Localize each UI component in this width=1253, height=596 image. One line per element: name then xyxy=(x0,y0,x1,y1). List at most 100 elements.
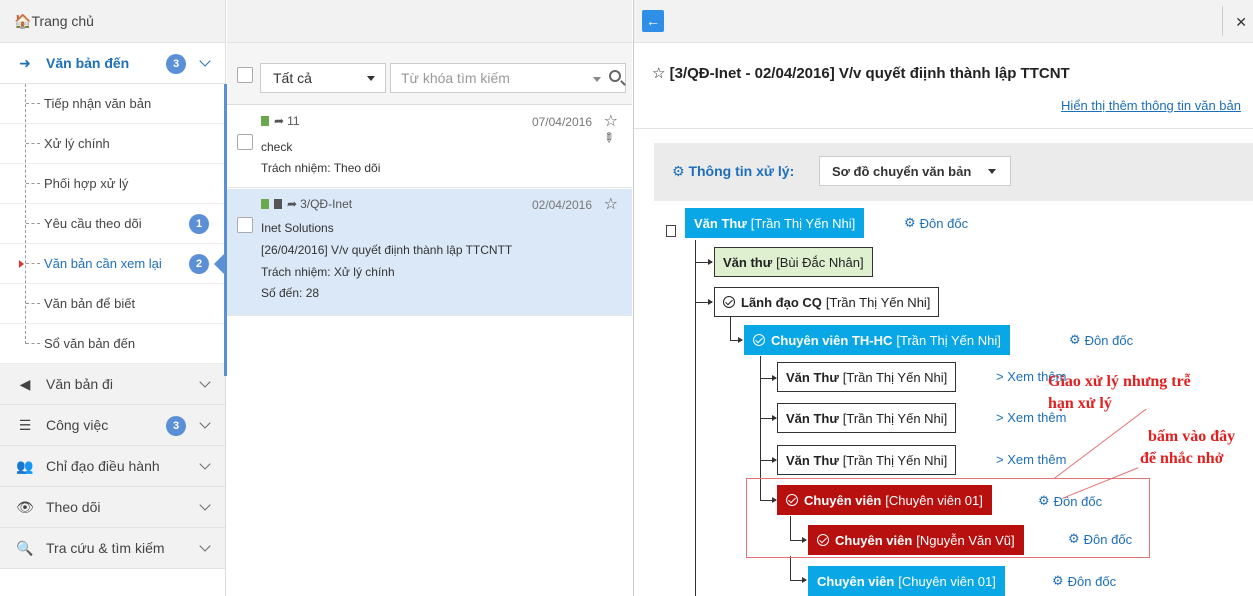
node-role: Chuyên viên TH-HC xyxy=(771,332,893,348)
item-date: 07/04/2016 xyxy=(531,115,592,129)
remind-button[interactable]: ⚙ Đôn đốc xyxy=(1052,573,1116,589)
remind-button[interactable]: ⚙ Đôn đốc xyxy=(904,215,968,231)
item-date: 02/04/2016 xyxy=(531,198,592,212)
search-placeholder: Từ khóa tìm kiếm xyxy=(401,70,510,86)
nav-group-label: Chỉ đạo điều hành xyxy=(46,458,160,474)
chevron-down-icon[interactable] xyxy=(199,55,211,67)
chevron-down-icon[interactable] xyxy=(199,376,211,388)
sidebar-item-label: Tiếp nhận văn bản xyxy=(44,96,152,111)
check-circle-icon xyxy=(723,296,735,308)
caret-down-icon[interactable] xyxy=(593,77,601,82)
eye-icon: 👁 xyxy=(16,498,34,515)
sidebar-item-label: Sổ văn bản đến xyxy=(44,336,136,351)
list-item-selected[interactable]: ➦ 3/QĐ-Inet 02/04/2016 ☆ Inet Solutions … xyxy=(227,189,632,316)
chevron-down-icon[interactable] xyxy=(199,458,211,470)
count-badge: 1 xyxy=(189,214,209,234)
node-role: Văn Thư xyxy=(786,410,839,426)
flow-node: Văn Thư [Trần Thị Yến Nhi] xyxy=(777,445,957,475)
book-icon xyxy=(274,199,282,209)
nav-group-watch[interactable]: 👁 Theo dõi xyxy=(0,487,225,528)
item-subject: [26/04/2016] V/v quyết điịnh thành lập T… xyxy=(261,243,513,257)
sidebar-item-coordinate[interactable]: Phối hợp xử lý xyxy=(0,164,225,204)
nav-home-label: Trang chủ xyxy=(31,13,94,29)
nav-group-label: Theo dõi xyxy=(46,499,101,515)
nav-group-incoming[interactable]: ➜ Văn bản đến 3 xyxy=(0,43,225,84)
nav-group-tasks[interactable]: ☰ Công việc 3 xyxy=(0,405,225,446)
node-person: [Trần Thị Yến Nhi] xyxy=(750,215,856,231)
forward-icon: ➦ xyxy=(274,114,285,128)
nav-group-outgoing[interactable]: ◀ Văn bản đi xyxy=(0,364,225,405)
paperclip-icon: ✎ xyxy=(599,128,619,147)
node-role: Văn thư xyxy=(723,254,773,270)
sidebar-item-main-processing[interactable]: Xử lý chính xyxy=(0,124,225,164)
sidebar-item-label: Xử lý chính xyxy=(44,136,110,151)
list-header xyxy=(227,0,632,43)
item-responsibility: Trách nhiệm: Xử lý chính xyxy=(261,265,395,279)
filter-select[interactable]: Tất cả xyxy=(260,63,386,93)
star-icon[interactable]: ☆ xyxy=(604,111,618,131)
chevron-down-icon[interactable] xyxy=(199,417,211,429)
check-circle-icon xyxy=(753,334,765,346)
sidebar: 🏠 Trang chủ ➜ Văn bản đến 3 Tiếp nhận vă… xyxy=(0,0,227,596)
annotation-click: để nhắc nhở xyxy=(1140,450,1224,467)
users-icon: 👥 xyxy=(16,457,34,474)
node-role: Văn Thư xyxy=(694,215,747,231)
chevron-down-icon[interactable] xyxy=(199,499,211,511)
star-icon[interactable]: ☆ xyxy=(604,194,618,214)
remind-label: Đôn đốc xyxy=(1053,493,1103,509)
current-marker-icon xyxy=(19,260,24,268)
nav-group-direction[interactable]: 👥 Chỉ đạo điều hành xyxy=(0,446,225,487)
flow-node: Văn Thư [Trần Thị Yến Nhi] xyxy=(777,403,957,433)
sidebar-item-follow-request[interactable]: Yêu cầu theo dõi 1 xyxy=(0,204,225,244)
node-role: Chuyên viên xyxy=(804,492,882,508)
tree-arrow xyxy=(708,259,713,265)
select-all-checkbox[interactable] xyxy=(237,67,253,83)
file-icon xyxy=(666,225,676,237)
search-input[interactable]: Từ khóa tìm kiếm xyxy=(390,63,626,93)
nav-group-search[interactable]: 🔍 Tra cứu & tìm kiếm xyxy=(0,528,225,569)
node-role: Văn Thư xyxy=(786,452,839,468)
tasks-icon: ☰ xyxy=(18,416,32,433)
document-icon xyxy=(261,116,269,126)
row-checkbox[interactable] xyxy=(237,134,253,150)
chevron-down-icon[interactable] xyxy=(199,540,211,552)
caret-down-icon xyxy=(367,76,375,81)
sidebar-item-review[interactable]: Văn bản cần xem lại 2 xyxy=(0,244,226,284)
tree-arrow xyxy=(708,299,713,305)
item-sender: Inet Solutions xyxy=(261,221,334,235)
count-badge: 3 xyxy=(166,416,186,436)
search-icon[interactable] xyxy=(609,70,621,82)
flow-node-late: Chuyên viên [Nguyễn Văn Vũ] xyxy=(808,525,1024,555)
node-person: [Chuyên viên 01] xyxy=(898,573,996,589)
sidebar-item-receive[interactable]: Tiếp nhận văn bản xyxy=(0,84,225,124)
sidebar-item-for-info[interactable]: Văn bản để biết xyxy=(0,284,225,324)
filter-bar: Tất cả Từ khóa tìm kiếm xyxy=(227,43,632,105)
incoming-submenu: Tiếp nhận văn bản Xử lý chính Phối hợp x… xyxy=(0,84,226,364)
nav-home[interactable]: 🏠 Trang chủ xyxy=(0,0,225,43)
sidebar-item-label: Văn bản cần xem lại xyxy=(44,256,162,271)
node-role: Lãnh đạo CQ xyxy=(741,294,822,310)
nav-group-label: Công việc xyxy=(46,417,109,433)
flow-node-late: Chuyên viên [Chuyên viên 01] xyxy=(777,485,992,515)
arrow-circle-right-icon: ➜ xyxy=(19,54,31,71)
remind-label: Đôn đốc xyxy=(1067,573,1117,589)
annotation-late: hạn xử lý xyxy=(1048,395,1112,412)
flow-node: Lãnh đạo CQ [Trần Thị Yến Nhi] xyxy=(714,287,940,317)
flow-node: Văn Thư [Trần Thị Yến Nhi] xyxy=(777,362,957,392)
sidebar-item-register[interactable]: Sổ văn bản đến xyxy=(0,324,225,364)
item-meta: ➦ 3/QĐ-Inet xyxy=(261,197,352,211)
remind-button[interactable]: ⚙ Đôn đốc xyxy=(1068,531,1132,547)
filter-select-value: Tất cả xyxy=(273,70,312,86)
remind-button[interactable]: ⚙ Đôn đốc xyxy=(1069,332,1133,348)
check-circle-icon xyxy=(786,494,798,506)
sidebar-item-label: Văn bản để biết xyxy=(44,296,136,311)
node-person: [Trần Thị Yến Nhi] xyxy=(896,332,1001,348)
list-item[interactable]: ➦ 11 07/04/2016 ☆ ✎ check Trách nhiệm: T… xyxy=(227,106,632,188)
node-person: [Bùi Đắc Nhân] xyxy=(776,254,864,270)
row-checkbox[interactable] xyxy=(237,217,253,233)
flow-node: Chuyên viên [Chuyên viên 01] xyxy=(808,566,1005,596)
flow-node: Văn thư [Bùi Đắc Nhân] xyxy=(714,247,873,277)
document-icon xyxy=(261,199,269,209)
flow-node: Chuyên viên TH-HC [Trần Thị Yến Nhi] xyxy=(744,325,1010,355)
see-more-link[interactable]: > Xem thêm xyxy=(996,452,1066,467)
